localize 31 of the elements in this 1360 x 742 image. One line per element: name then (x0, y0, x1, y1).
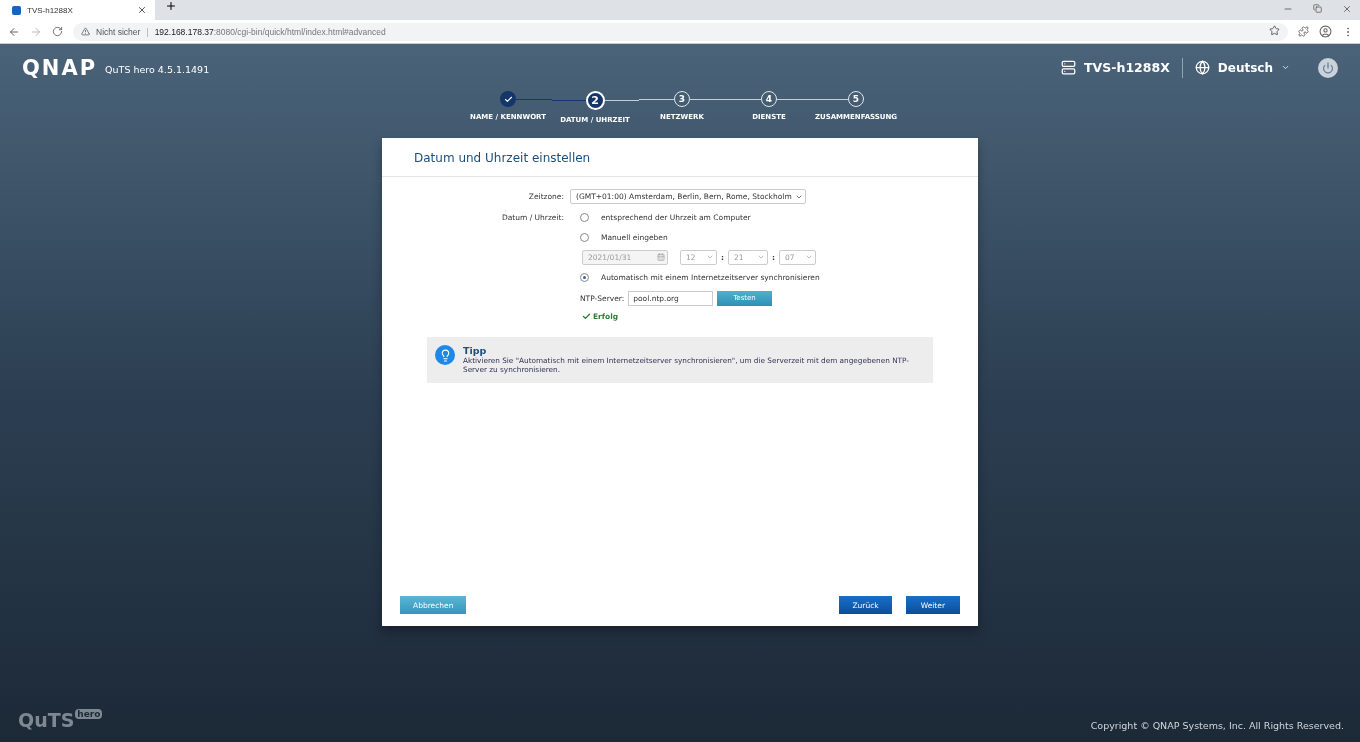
step-circle: 2 (585, 91, 605, 110)
close-icon[interactable] (1342, 4, 1352, 14)
warning-icon (81, 27, 90, 36)
copyright-text: Copyright © QNAP Systems, Inc. All Rights Reserved. (1090, 720, 1344, 731)
version-text: QuTS hero 4.5.1.1491 (105, 64, 210, 75)
favicon-icon (12, 5, 21, 15)
device-name: TVS-h1288X (1084, 60, 1170, 75)
logo: QNAP (22, 55, 98, 80)
new-tab-icon[interactable] (165, 0, 177, 12)
tip-title: Tipp (463, 345, 488, 356)
back-icon[interactable] (8, 25, 20, 38)
browser-tab[interactable]: TVS-h1288X (0, 0, 155, 20)
star-icon[interactable] (1269, 25, 1280, 36)
restore-icon[interactable] (1313, 4, 1322, 13)
caret-icon (1281, 63, 1290, 72)
power-icon (1322, 61, 1334, 74)
chevron-down-icon (706, 253, 714, 261)
chevron-down-icon (757, 253, 765, 261)
server-icon (1061, 60, 1077, 75)
puzzle-icon[interactable] (1298, 26, 1309, 37)
check-icon (582, 312, 591, 321)
close-icon[interactable] (137, 5, 147, 15)
profile-icon[interactable] (1319, 25, 1332, 38)
power-button[interactable] (1318, 57, 1338, 78)
language-selector[interactable]: Deutsch (1217, 60, 1273, 75)
lightbulb-icon (435, 345, 455, 365)
reload-icon[interactable] (52, 26, 63, 37)
address-bar[interactable]: Nicht sicher | 192.168.178.37:8080/cgi-bin/quick/html/index.html#advanced (73, 22, 1288, 41)
chevron-down-icon (805, 253, 813, 261)
dialog-title: Datum und Uhrzeit einstellen (382, 138, 978, 177)
globe-icon (1194, 60, 1210, 75)
